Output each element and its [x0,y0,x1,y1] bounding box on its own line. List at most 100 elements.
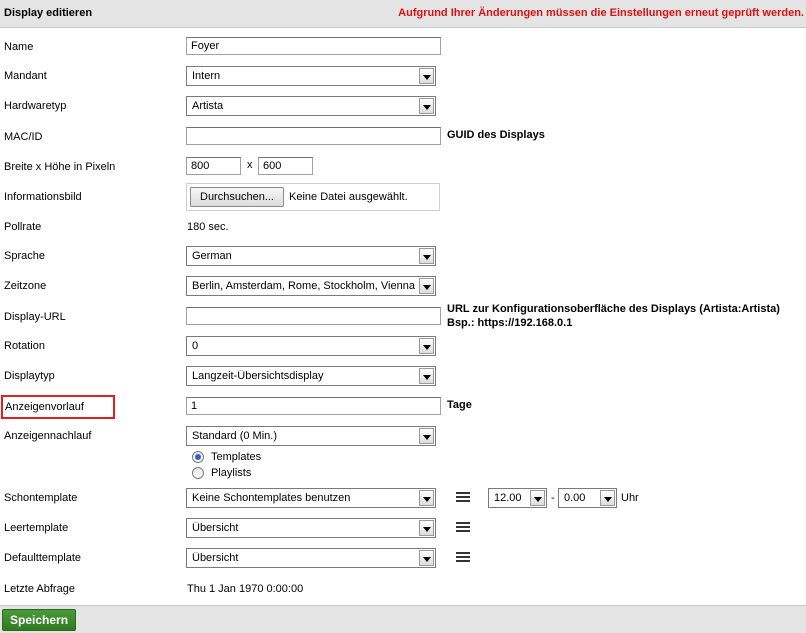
schontemplate-label: Schontemplate [4,492,78,504]
display-url-input[interactable] [186,307,441,325]
chevron-down-icon[interactable] [419,428,434,444]
defaulttemplate-select[interactable]: Übersicht [186,548,436,568]
resolution-separator: x [247,159,253,171]
displaytyp-value: Langzeit-Übersichtsdisplay [192,370,324,382]
width-input[interactable] [186,157,241,175]
file-upload: Durchsuchen... Keine Datei ausgewählt. [186,183,440,211]
mandant-select[interactable]: Intern [186,66,436,86]
list-icon[interactable] [456,522,470,534]
row-rotation: Rotation 0 [0,336,806,358]
save-button[interactable]: Speichern [2,609,77,631]
display-url-label: Display-URL [4,311,66,323]
chevron-down-icon[interactable] [419,338,434,354]
defaulttemplate-label: Defaulttemplate [4,552,82,564]
radio-templates-label: Templates [211,451,262,463]
display-url-example: Bsp.: https://192.168.0.1 [447,317,573,329]
zeitzone-value: Berlin, Amsterdam, Rome, Stockholm, Vien… [192,280,415,292]
chevron-down-icon[interactable] [419,278,434,294]
macid-note: GUID des Displays [447,129,545,141]
row-informationsbild: Informationsbild Durchsuchen... Keine Da… [0,183,806,211]
chevron-down-icon[interactable] [419,248,434,264]
file-status: Keine Datei ausgewählt. [289,191,408,203]
rotation-value: 0 [192,340,199,352]
schontemplate-select[interactable]: Keine Schontemplates benutzen [186,488,436,508]
name-input[interactable] [186,37,441,55]
hardwaretyp-label: Hardwaretyp [4,100,67,112]
row-display-url: Display-URL URL zur Konfigurationsoberfl… [0,303,806,329]
zeitzone-select[interactable]: Berlin, Amsterdam, Rome, Stockholm, Vien… [186,276,436,296]
chevron-down-icon[interactable] [419,368,434,384]
chevron-down-icon[interactable] [600,490,615,506]
anzeigennachlauf-select[interactable]: Standard (0 Min.) [186,426,436,446]
macid-input[interactable] [186,127,441,145]
pollrate-value: 180 sec. [187,221,229,233]
informationsbild-label: Informationsbild [4,191,82,203]
warning-message: Aufgrund Ihrer Änderungen müssen die Ein… [398,7,804,19]
displaytyp-select[interactable]: Langzeit-Übersichtsdisplay [186,366,436,386]
chevron-down-icon[interactable] [419,490,434,506]
row-sprache: Sprache German [0,246,806,268]
row-macid: MAC/ID GUID des Displays [0,127,806,149]
chevron-down-icon[interactable] [419,68,434,84]
page-footer: Speichern [0,605,806,633]
radio-playlists-label: Playlists [211,467,252,479]
row-leertemplate: Leertemplate Übersicht [0,518,806,540]
browse-button[interactable]: Durchsuchen... [190,187,284,207]
sprache-select[interactable]: German [186,246,436,266]
display-url-note: URL zur Konfigurationsoberfläche des Dis… [447,303,780,315]
time-from-value: 12.00 [494,492,522,504]
radio-playlists-button[interactable] [192,467,204,479]
schontemplate-value: Keine Schontemplates benutzen [192,492,351,504]
height-input[interactable] [258,157,313,175]
leertemplate-label: Leertemplate [4,522,69,534]
row-zeitzone: Zeitzone Berlin, Amsterdam, Rome, Stockh… [0,276,806,298]
leertemplate-value: Übersicht [192,522,239,534]
rotation-select[interactable]: 0 [186,336,436,356]
macid-label: MAC/ID [4,131,43,143]
letzte-abfrage-value: Thu 1 Jan 1970 0:00:00 [187,583,304,595]
chevron-down-icon[interactable] [530,490,545,506]
row-letzte-abfrage: Letzte Abfrage Thu 1 Jan 1970 0:00:00 [0,579,806,601]
list-icon[interactable] [456,552,470,564]
row-anzeigennachlauf: Anzeigennachlauf Standard (0 Min.) [0,426,806,448]
anzeigenvorlauf-input[interactable] [186,397,441,415]
anzeigenvorlauf-label: Anzeigenvorlauf [1,395,115,419]
row-hardwaretyp: Hardwaretyp Artista [0,96,806,118]
page-header: Display editieren Aufgrund Ihrer Änderun… [0,0,806,28]
page-title: Display editieren [4,7,93,19]
radio-templates-button[interactable] [192,451,204,463]
chevron-down-icon[interactable] [419,520,434,536]
row-displaytyp: Displaytyp Langzeit-Übersichtsdisplay [0,366,806,388]
time-dash: - [551,492,555,504]
chevron-down-icon[interactable] [419,98,434,114]
anzeigenvorlauf-unit: Tage [447,399,472,411]
time-to-value: 0.00 [564,492,586,504]
rotation-label: Rotation [4,340,45,352]
time-unit: Uhr [621,492,639,504]
time-from-select[interactable]: 12.00 [488,488,547,508]
row-defaulttemplate: Defaulttemplate Übersicht [0,548,806,570]
row-name: Name [0,37,806,59]
displaytyp-label: Displaytyp [4,370,55,382]
resolution-label: Breite x Höhe in Pixeln [4,161,116,173]
mandant-label: Mandant [4,70,47,82]
leertemplate-select[interactable]: Übersicht [186,518,436,538]
hardwaretyp-select[interactable]: Artista [186,96,436,116]
row-schontemplate: Schontemplate Keine Schontemplates benut… [0,488,806,510]
defaulttemplate-value: Übersicht [192,552,239,564]
mandant-value: Intern [192,70,221,82]
zeitzone-label: Zeitzone [4,280,47,292]
anzeigennachlauf-label: Anzeigennachlauf [4,430,92,442]
row-resolution: Breite x Höhe in Pixeln x [0,157,806,179]
row-mandant: Mandant Intern [0,66,806,88]
pollrate-label: Pollrate [4,221,42,233]
list-icon[interactable] [456,492,470,504]
row-anzeigenvorlauf: Anzeigenvorlauf Tage [0,395,806,419]
anzeigennachlauf-value: Standard (0 Min.) [192,430,277,442]
sprache-label: Sprache [4,250,45,262]
name-label: Name [4,41,34,53]
time-to-select[interactable]: 0.00 [558,488,617,508]
chevron-down-icon[interactable] [419,550,434,566]
hardwaretyp-value: Artista [192,100,224,112]
letzte-abfrage-label: Letzte Abfrage [4,583,75,595]
